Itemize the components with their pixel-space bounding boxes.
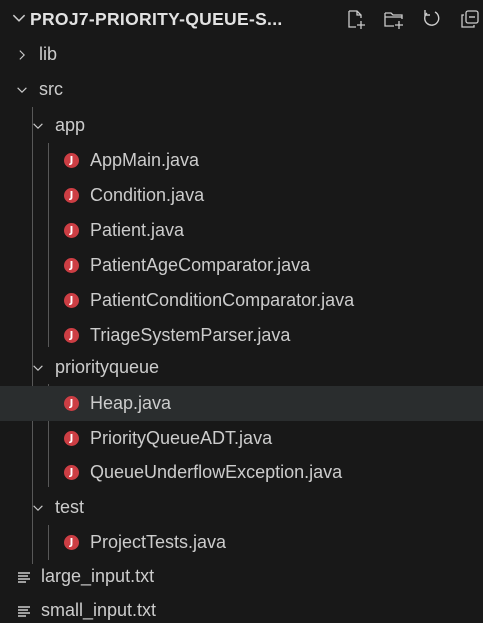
- tree-file-small-input[interactable]: small_input.txt: [0, 593, 483, 623]
- java-file-icon: J: [64, 535, 79, 550]
- tree-file-condition[interactable]: J Condition.java: [0, 178, 483, 213]
- java-file-icon: J: [64, 223, 79, 238]
- java-file-icon: J: [64, 153, 79, 168]
- java-file-icon: J: [64, 258, 79, 273]
- explorer-section-header[interactable]: PROJ7-PRIORITY-QUEUE-S...: [0, 0, 483, 38]
- file-label: AppMain.java: [90, 150, 200, 170]
- tree-file-patientconditioncomparator[interactable]: J PatientConditionComparator.java: [0, 283, 483, 318]
- tree-folder-test[interactable]: test: [0, 490, 483, 525]
- chevron-down-icon[interactable]: [29, 499, 47, 517]
- folder-label: priorityqueue: [55, 357, 160, 377]
- file-label: TriageSystemParser.java: [90, 325, 291, 345]
- new-file-icon[interactable]: [343, 6, 369, 32]
- tree-folder-lib[interactable]: lib: [0, 37, 483, 72]
- explorer-panel: PROJ7-PRIORITY-QUEUE-S... lib src app J …: [0, 0, 483, 623]
- collapse-all-icon[interactable]: [457, 6, 483, 32]
- folder-label: test: [55, 497, 85, 517]
- tree-file-patient[interactable]: J Patient.java: [0, 213, 483, 248]
- tree-file-appmain[interactable]: J AppMain.java: [0, 143, 483, 178]
- file-label: large_input.txt: [41, 566, 155, 586]
- tree-folder-src[interactable]: src: [0, 72, 483, 107]
- file-label: ProjectTests.java: [90, 532, 227, 552]
- tree-file-patientagecomparator[interactable]: J PatientAgeComparator.java: [0, 248, 483, 283]
- java-file-icon: J: [64, 465, 79, 480]
- folder-label: lib: [39, 44, 58, 64]
- java-file-icon: J: [64, 188, 79, 203]
- file-label: PatientConditionComparator.java: [90, 290, 355, 310]
- tree-file-queueunderflowexception[interactable]: J QueueUnderflowException.java: [0, 455, 483, 490]
- chevron-down-icon[interactable]: [13, 81, 31, 99]
- java-file-icon: J: [64, 396, 79, 411]
- chevron-down-icon[interactable]: [29, 359, 47, 377]
- section-title: PROJ7-PRIORITY-QUEUE-S...: [30, 9, 283, 29]
- file-label: QueueUnderflowException.java: [90, 462, 343, 482]
- tree-file-projecttests[interactable]: J ProjectTests.java: [0, 525, 483, 560]
- refresh-icon[interactable]: [419, 6, 445, 32]
- tree-file-priorityqueueadt[interactable]: J PriorityQueueADT.java: [0, 421, 483, 456]
- file-label: Patient.java: [90, 220, 185, 240]
- new-folder-icon[interactable]: [381, 6, 407, 32]
- explorer-actions: [331, 4, 483, 34]
- file-label: Condition.java: [90, 185, 205, 205]
- tree-folder-app[interactable]: app: [0, 108, 483, 143]
- java-file-icon: J: [64, 431, 79, 446]
- folder-label: src: [39, 79, 63, 99]
- folder-label: app: [55, 115, 86, 135]
- file-label: small_input.txt: [41, 600, 157, 620]
- tree-file-large-input[interactable]: large_input.txt: [0, 559, 483, 594]
- file-label: PriorityQueueADT.java: [90, 428, 273, 448]
- tree-file-heap[interactable]: J Heap.java: [0, 386, 483, 421]
- tree-folder-priorityqueue[interactable]: priorityqueue: [0, 350, 483, 385]
- text-file-icon: [16, 569, 32, 585]
- java-file-icon: J: [64, 328, 79, 343]
- chevron-down-icon[interactable]: [10, 9, 28, 27]
- tree-file-triagesystemparser[interactable]: J TriageSystemParser.java: [0, 318, 483, 353]
- java-file-icon: J: [64, 293, 79, 308]
- text-file-icon: [16, 603, 32, 619]
- file-label: PatientAgeComparator.java: [90, 255, 311, 275]
- chevron-right-icon[interactable]: [13, 46, 31, 64]
- file-label: Heap.java: [90, 393, 172, 413]
- chevron-down-icon[interactable]: [29, 117, 47, 135]
